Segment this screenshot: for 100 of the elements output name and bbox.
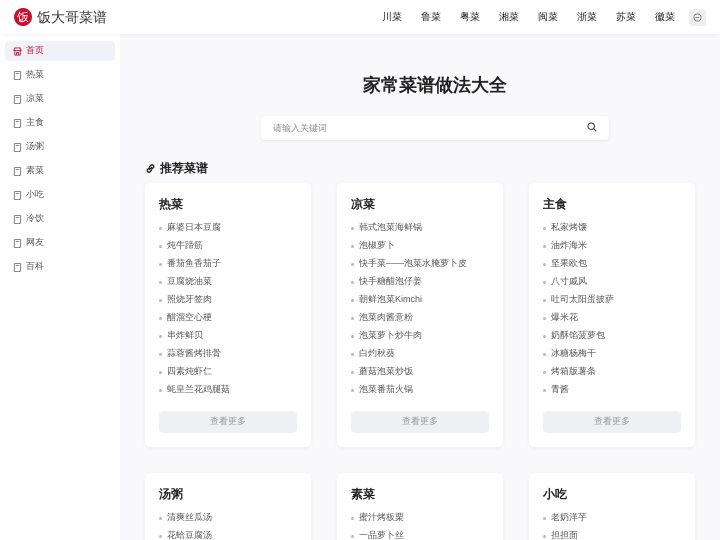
recipe-link[interactable]: 蜜汁烤板栗	[359, 511, 404, 525]
bullet-icon	[351, 534, 354, 538]
bullet-icon	[351, 316, 354, 320]
recipe-link[interactable]: 快手菜——泡菜水腌萝卜皮	[359, 257, 467, 271]
card-title: 汤粥	[159, 486, 184, 503]
sidebar-item[interactable]: 主食	[5, 113, 115, 133]
recipe-link[interactable]: 炖牛蹄筋	[167, 239, 203, 253]
section-title: 推荐菜谱	[160, 160, 208, 177]
recipe-link[interactable]: 一品萝卜丝	[359, 529, 404, 540]
bullet-icon	[351, 298, 354, 302]
recipe-link[interactable]: 奶酥馅菠萝包	[551, 329, 605, 343]
nav-link[interactable]: 湘菜	[499, 10, 519, 24]
nav-link[interactable]: 川菜	[382, 10, 402, 24]
bullet-icon	[159, 388, 162, 392]
document-icon	[13, 262, 22, 272]
bullet-icon	[543, 244, 546, 248]
recipe-link[interactable]: 青酱	[551, 383, 569, 397]
bullet-icon	[351, 280, 354, 284]
site-name: 饭大哥菜谱	[37, 8, 107, 26]
nav-link[interactable]: 徽菜	[655, 10, 675, 24]
user-button[interactable]	[689, 8, 706, 26]
recipe-link[interactable]: 八寸戚风	[551, 275, 587, 289]
sidebar-item[interactable]: 小吃	[5, 185, 115, 205]
bullet-icon	[159, 262, 162, 266]
nav-link[interactable]: 鲁菜	[421, 10, 441, 24]
bullet-icon	[351, 334, 354, 338]
document-icon	[13, 70, 22, 80]
recipe-link[interactable]: 泡菜萝卜炒牛肉	[359, 329, 422, 343]
recipe-link[interactable]: 私家烤馕	[551, 221, 587, 235]
sidebar-item[interactable]: 网友	[5, 233, 115, 253]
recipe-link[interactable]: 担担面	[551, 529, 578, 540]
document-icon	[13, 166, 22, 176]
card-title: 凉菜	[351, 196, 376, 213]
sidebar-item[interactable]: 热菜	[5, 65, 115, 85]
bullet-icon	[543, 516, 546, 520]
bullet-icon	[159, 352, 162, 356]
document-icon	[13, 190, 22, 200]
bullet-icon	[159, 334, 162, 338]
recipe-link[interactable]: 快手糖醋泡仔姜	[359, 275, 422, 289]
recipe-link[interactable]: 番茄鱼香茄子	[167, 257, 221, 271]
page-title: 家常菜谱做法大全	[362, 74, 508, 97]
card-title: 素菜	[351, 486, 376, 503]
nav-link[interactable]: 粤菜	[460, 10, 480, 24]
sidebar-item[interactable]: 冷饮	[5, 209, 115, 229]
bullet-icon	[543, 388, 546, 392]
recipe-link[interactable]: 坚果欧包	[551, 257, 587, 271]
nav-link[interactable]: 闽菜	[538, 10, 558, 24]
recipe-link[interactable]: 醋溜空心梗	[167, 311, 212, 325]
recipe-link[interactable]: 油炸海米	[551, 239, 587, 253]
bullet-icon	[543, 352, 546, 356]
recipe-link[interactable]: 烤箱版薯条	[551, 365, 596, 379]
sidebar-item[interactable]: 素菜	[5, 161, 115, 181]
document-icon	[13, 238, 22, 248]
sidebar-item[interactable]: 汤粥	[5, 137, 115, 157]
recipe-link[interactable]: 冰糖杨梅干	[551, 347, 596, 361]
recipe-link[interactable]: 串炸鲜贝	[167, 329, 203, 343]
document-icon	[13, 94, 22, 104]
recipe-link[interactable]: 清爽丝瓜汤	[167, 511, 212, 525]
recipe-link[interactable]: 泡菜番茄火锅	[359, 383, 413, 397]
recipe-link[interactable]: 泡椒萝卜	[359, 239, 395, 253]
recipe-link[interactable]: 四素炖虾仁	[167, 365, 212, 379]
document-icon	[13, 142, 22, 152]
recipe-link[interactable]: 蚝皇兰花鸡腿菇	[167, 383, 230, 397]
recipe-link[interactable]: 花蛤豆腐汤	[167, 529, 212, 540]
recipe-link[interactable]: 泡菜肉酱意粉	[359, 311, 413, 325]
bullet-icon	[351, 226, 354, 230]
search-field[interactable]: 请输入关键词	[261, 116, 609, 140]
search-icon[interactable]	[587, 122, 597, 132]
recipe-link[interactable]: 老奶洋芋	[551, 511, 587, 525]
sidebar-item[interactable]: 百科	[5, 257, 115, 277]
bullet-icon	[543, 226, 546, 230]
bullet-icon	[159, 298, 162, 302]
recipe-link[interactable]: 朝鲜泡菜Kimchi	[359, 293, 422, 307]
sidebar-item[interactable]: 首页	[5, 41, 115, 61]
bullet-icon	[543, 370, 546, 374]
document-icon	[13, 214, 22, 224]
nav-link[interactable]: 浙菜	[577, 10, 597, 24]
recipe-link[interactable]: 豆腐烧油菜	[167, 275, 212, 289]
bullet-icon	[543, 316, 546, 320]
logo-icon[interactable]: 饭	[14, 8, 32, 26]
bullet-icon	[351, 244, 354, 248]
bullet-icon	[351, 262, 354, 266]
bullet-icon	[543, 334, 546, 338]
bullet-icon	[543, 280, 546, 284]
sidebar-item[interactable]: 凉菜	[5, 89, 115, 109]
recipe-link[interactable]: 照烧牙签肉	[167, 293, 212, 307]
recipe-link[interactable]: 蒜蓉酱烤排骨	[167, 347, 221, 361]
card-title: 热菜	[159, 196, 184, 213]
recipe-link[interactable]: 韩式泡菜海鲜锅	[359, 221, 422, 235]
recipe-link[interactable]: 爆米花	[551, 311, 578, 325]
recipe-link[interactable]: 麻婆日本豆腐	[167, 221, 221, 235]
bullet-icon	[351, 516, 354, 520]
bullet-icon	[159, 280, 162, 284]
bullet-icon	[159, 534, 162, 538]
recipe-link[interactable]: 蘑菇泡菜炒饭	[359, 365, 413, 379]
bullet-icon	[543, 262, 546, 266]
nav-link[interactable]: 苏菜	[616, 10, 636, 24]
recipe-link[interactable]: 吐司太阳蛋披萨	[551, 293, 614, 307]
minus-circle-icon	[693, 12, 702, 22]
recipe-link[interactable]: 白灼秋葵	[359, 347, 395, 361]
